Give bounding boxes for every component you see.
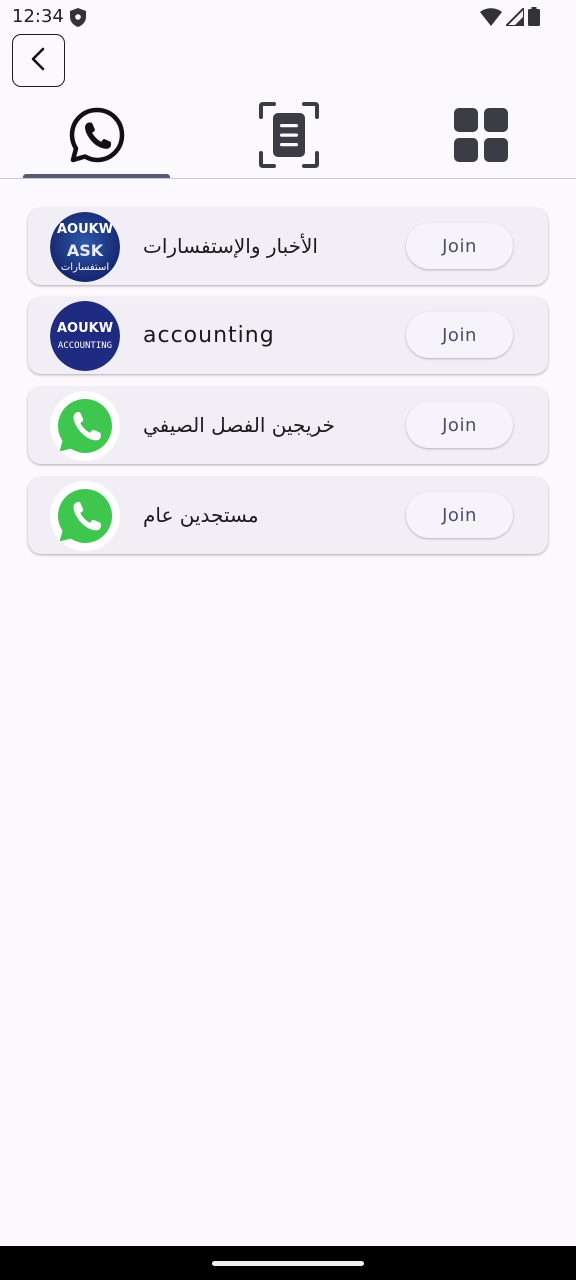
group-name: الأخبار والإستفسارات	[143, 234, 318, 258]
tab-divider	[0, 178, 576, 179]
status-time: 12:34	[12, 6, 64, 27]
tab-document-scan[interactable]	[215, 96, 362, 178]
system-nav-bar	[0, 1246, 576, 1280]
group-name: accounting	[143, 323, 275, 348]
back-button[interactable]	[12, 34, 65, 87]
whatsapp-icon	[68, 106, 126, 168]
aoukw-accounting-logo: AOUKW ACCOUNTING	[50, 301, 120, 371]
group-name: خريجين الفصل الصيفي	[143, 413, 335, 437]
svg-text:ACCOUNTING: ACCOUNTING	[58, 341, 112, 351]
whatsapp-logo	[50, 481, 120, 551]
svg-text:استفسارات: استفسارات	[61, 262, 109, 273]
group-name: مستجدين عام	[143, 503, 259, 527]
whatsapp-logo	[50, 391, 120, 461]
shield-icon	[70, 8, 86, 31]
chevron-left-icon	[28, 46, 50, 76]
join-button[interactable]: Join	[406, 223, 513, 269]
tab-grid[interactable]	[407, 96, 554, 178]
document-scan-icon	[258, 102, 319, 172]
grid-icon	[453, 108, 508, 166]
battery-icon	[528, 7, 540, 30]
home-handle[interactable]	[212, 1261, 364, 1266]
join-button[interactable]: Join	[406, 492, 513, 538]
aoukw-ask-logo: AOUKW ASK استفسارات	[50, 212, 120, 282]
svg-text:AOUKW: AOUKW	[57, 321, 113, 336]
svg-text:AOUKW: AOUKW	[57, 222, 113, 237]
group-card: AOUKW ACCOUNTING accounting Join	[28, 297, 548, 374]
group-card: مستجدين عام Join	[28, 477, 548, 554]
cell-signal-icon	[503, 5, 525, 30]
join-button[interactable]: Join	[406, 312, 513, 358]
svg-text:ASK: ASK	[67, 241, 104, 260]
tab-whatsapp[interactable]	[23, 96, 170, 178]
wifi-icon	[480, 7, 502, 30]
group-card: خريجين الفصل الصيفي Join	[28, 387, 548, 464]
status-bar: 12:34	[0, 0, 576, 34]
join-button[interactable]: Join	[406, 402, 513, 448]
group-card: AOUKW ASK استفسارات الأخبار والإستفسارات…	[28, 208, 548, 285]
